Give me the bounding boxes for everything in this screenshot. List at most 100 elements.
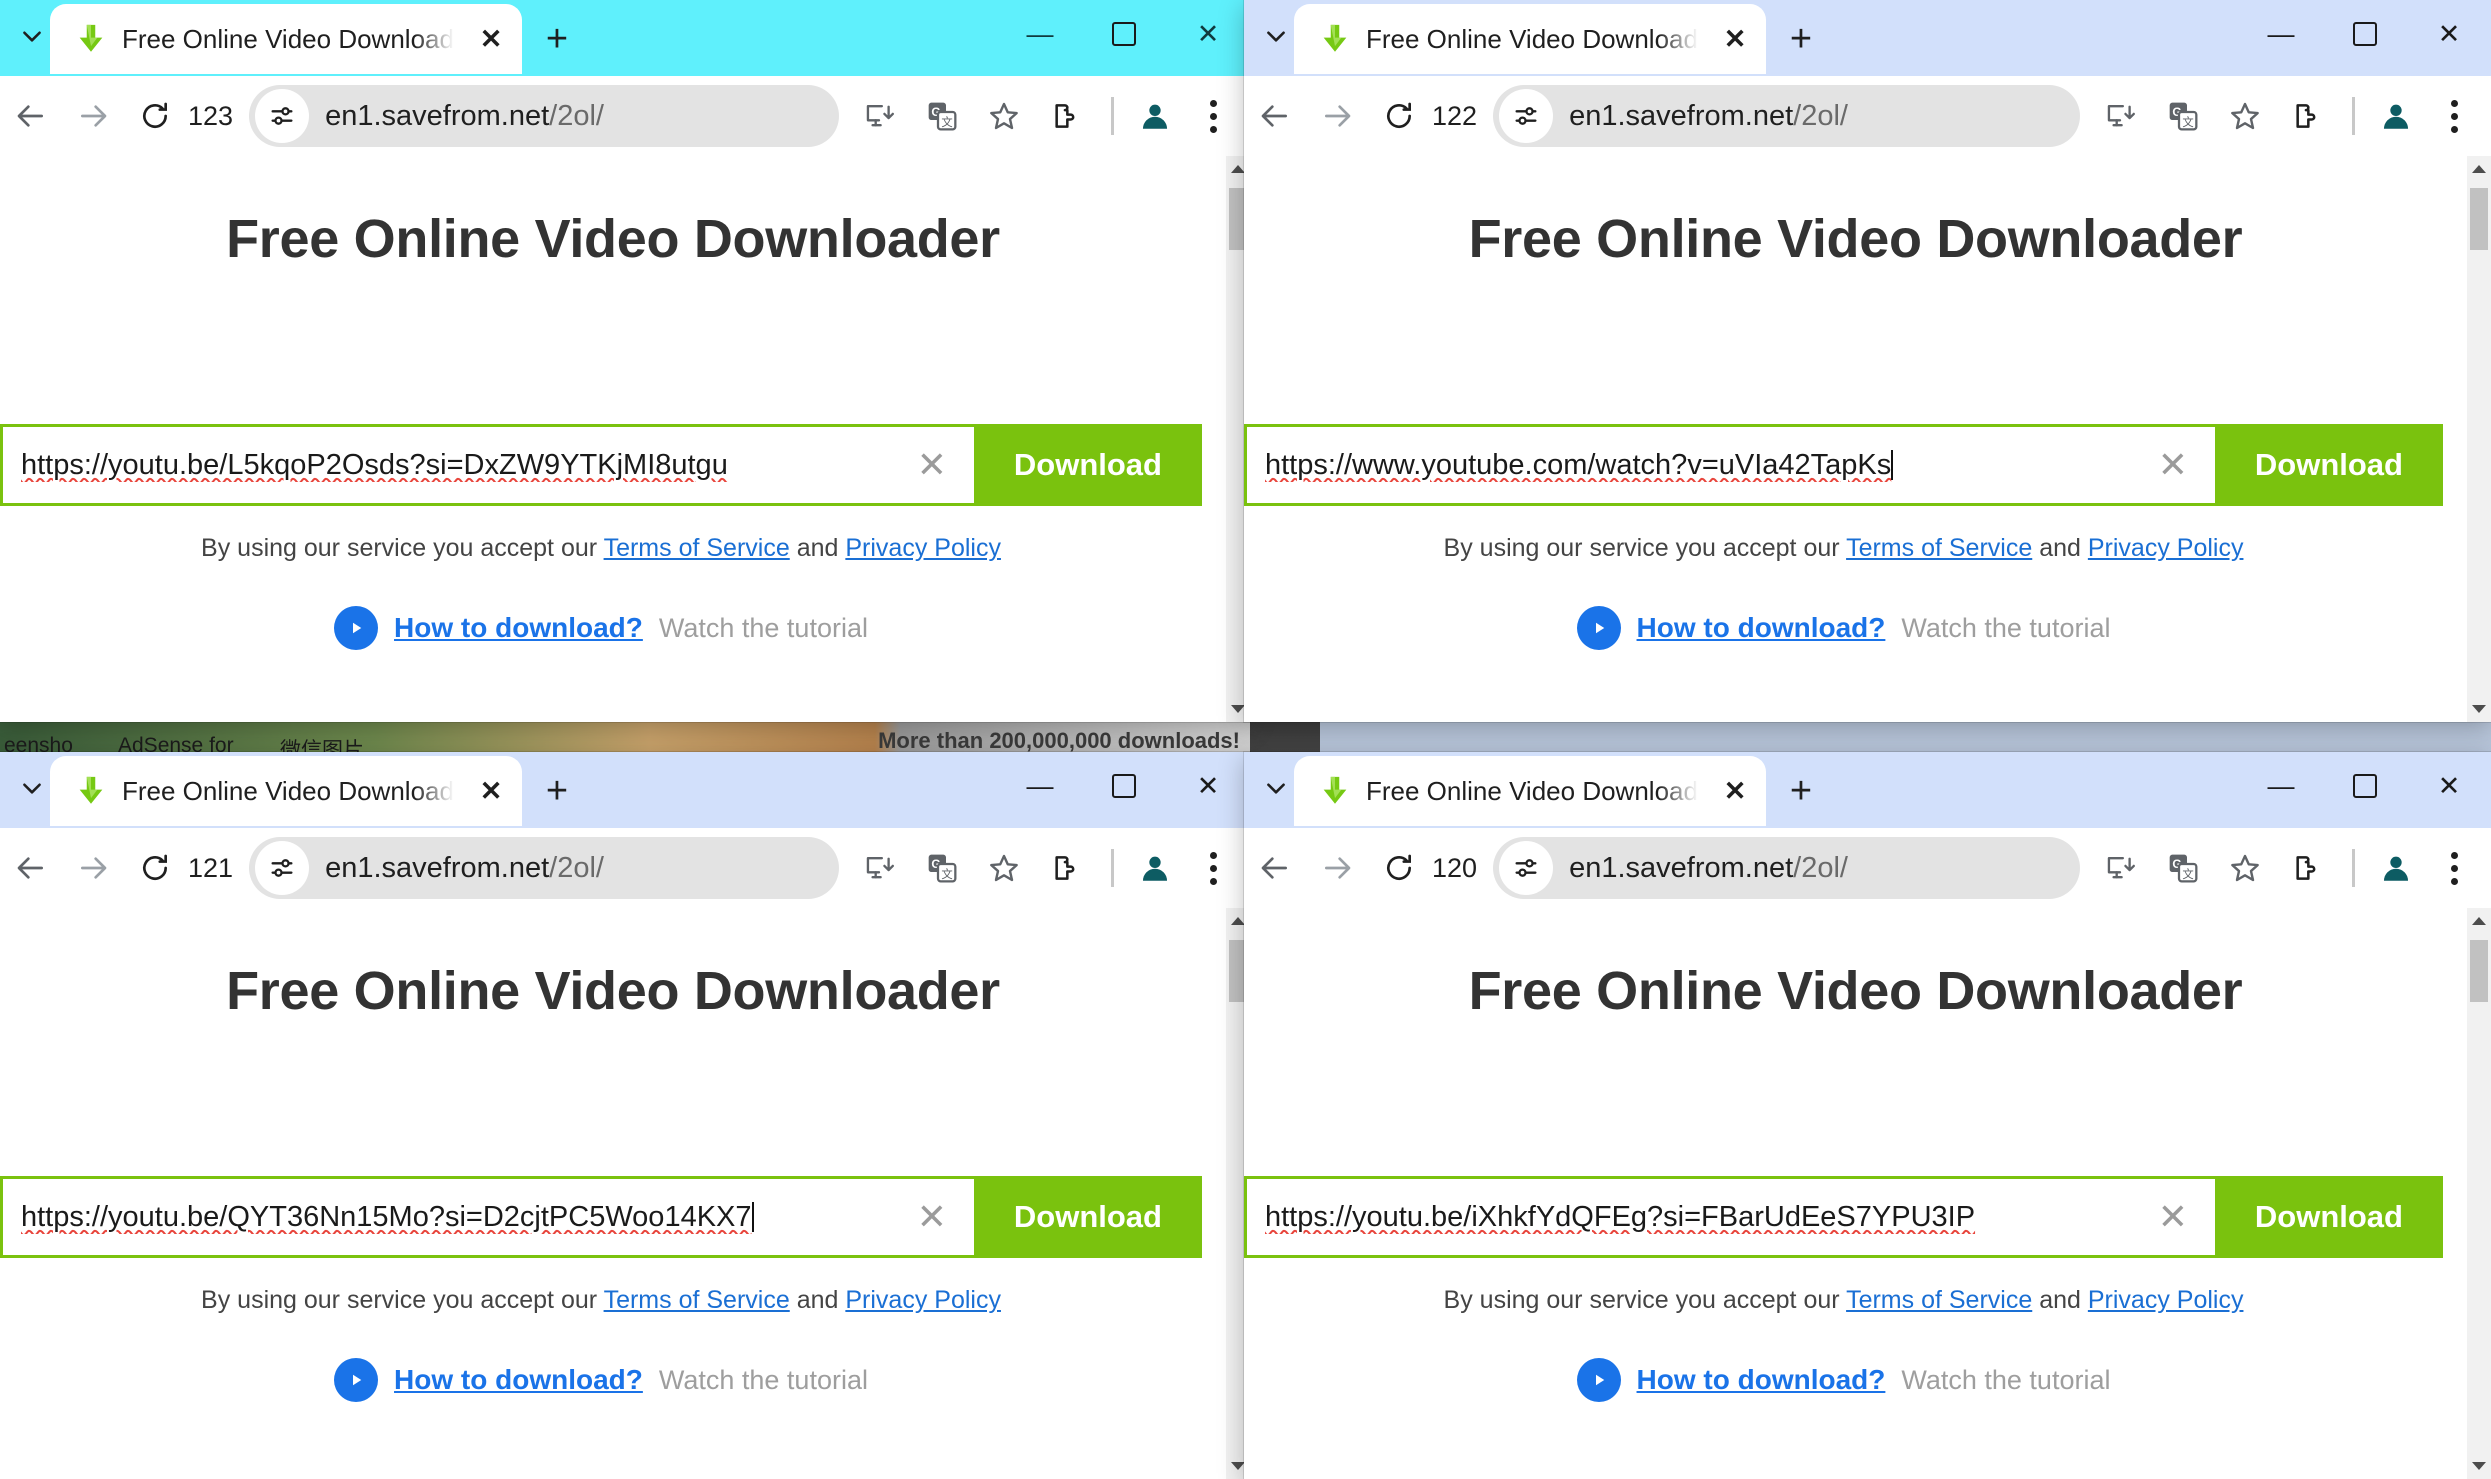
back-icon[interactable] xyxy=(0,837,62,899)
scrollbar-thumb[interactable] xyxy=(2470,188,2488,250)
play-icon[interactable] xyxy=(1576,1358,1621,1402)
extensions-puzzle-icon[interactable] xyxy=(2276,837,2338,899)
profile-avatar[interactable] xyxy=(2369,89,2423,143)
privacy-policy-link[interactable]: Privacy Policy xyxy=(2088,1286,2244,1314)
terms-of-service-link[interactable]: Terms of Service xyxy=(604,534,790,562)
privacy-policy-link[interactable]: Privacy Policy xyxy=(845,534,1001,562)
back-icon[interactable] xyxy=(0,85,62,147)
browser-tab[interactable]: Free Online Video Downloader ✕ xyxy=(1294,4,1766,74)
clear-input-icon[interactable]: ✕ xyxy=(900,1196,964,1238)
page-scrollbar[interactable] xyxy=(2467,908,2491,1479)
reload-icon[interactable] xyxy=(1368,837,1430,899)
scroll-down-arrow-icon[interactable] xyxy=(2467,696,2491,722)
close-window-button[interactable]: ✕ xyxy=(1166,0,1250,68)
video-url-input[interactable]: https://youtu.be/iXhkfYdQFEg?si=FBarUdEe… xyxy=(1244,1176,2215,1258)
browser-menu-icon[interactable] xyxy=(2423,837,2485,899)
back-icon[interactable] xyxy=(1244,837,1306,899)
new-tab-button[interactable]: + xyxy=(1774,764,1828,818)
new-tab-button[interactable]: + xyxy=(530,764,584,818)
close-tab-icon[interactable]: ✕ xyxy=(1712,768,1758,814)
clear-input-icon[interactable]: ✕ xyxy=(2141,1196,2205,1238)
reload-icon[interactable] xyxy=(1368,85,1430,147)
video-url-input[interactable]: https://youtu.be/L5kqoP2Osds?si=DxZW9YTK… xyxy=(0,424,974,506)
install-app-icon[interactable] xyxy=(2090,85,2152,147)
google-translate-icon[interactable]: G 文 xyxy=(2152,85,2214,147)
maximize-button[interactable] xyxy=(1082,752,1166,820)
scroll-up-arrow-icon[interactable] xyxy=(2467,156,2491,182)
new-tab-button[interactable]: + xyxy=(530,12,584,66)
browser-menu-icon[interactable] xyxy=(1182,85,1244,147)
reload-icon[interactable] xyxy=(124,837,186,899)
download-button[interactable]: Download xyxy=(973,424,1202,506)
maximize-button[interactable] xyxy=(2323,752,2407,820)
browser-tab[interactable]: Free Online Video Downloader ✕ xyxy=(50,756,522,826)
address-bar[interactable]: en1.savefrom.net/2ol/ xyxy=(249,85,839,147)
bookmark-star-icon[interactable] xyxy=(2214,85,2276,147)
close-tab-icon[interactable]: ✕ xyxy=(468,16,514,62)
close-window-button[interactable]: ✕ xyxy=(2407,752,2491,820)
download-button[interactable]: Download xyxy=(2214,1176,2443,1258)
terms-of-service-link[interactable]: Terms of Service xyxy=(1846,1286,2032,1314)
bookmark-star-icon[interactable] xyxy=(973,837,1035,899)
how-to-download-link[interactable]: How to download? xyxy=(1637,612,1886,644)
how-to-download-row[interactable]: How to download? Watch the tutorial xyxy=(0,606,1202,650)
extensions-puzzle-icon[interactable] xyxy=(1035,837,1097,899)
forward-icon[interactable] xyxy=(1306,837,1368,899)
minimize-button[interactable]: — xyxy=(998,752,1082,820)
scrollbar-thumb[interactable] xyxy=(2470,940,2488,1002)
new-tab-button[interactable]: + xyxy=(1774,12,1828,66)
clear-input-icon[interactable]: ✕ xyxy=(2141,444,2205,486)
google-translate-icon[interactable]: G 文 xyxy=(911,85,973,147)
forward-icon[interactable] xyxy=(62,837,124,899)
install-app-icon[interactable] xyxy=(849,85,911,147)
close-tab-icon[interactable]: ✕ xyxy=(468,768,514,814)
site-settings-tune-icon[interactable] xyxy=(1499,841,1554,895)
close-window-button[interactable]: ✕ xyxy=(1166,752,1250,820)
browser-window-4[interactable]: Free Online Video Downloader ✕ + — ✕ 120 xyxy=(1244,752,2491,1479)
maximize-button[interactable] xyxy=(1082,0,1166,68)
forward-icon[interactable] xyxy=(62,85,124,147)
maximize-button[interactable] xyxy=(2323,0,2407,68)
browser-window-3[interactable]: Free Online Video Downloader ✕ + — ✕ 121 xyxy=(0,752,1250,1479)
page-scrollbar[interactable] xyxy=(2467,156,2491,722)
install-app-icon[interactable] xyxy=(849,837,911,899)
profile-avatar[interactable] xyxy=(1128,89,1182,143)
minimize-button[interactable]: — xyxy=(2239,752,2323,820)
privacy-policy-link[interactable]: Privacy Policy xyxy=(2088,534,2244,562)
scroll-up-arrow-icon[interactable] xyxy=(2467,908,2491,934)
browser-menu-icon[interactable] xyxy=(1182,837,1244,899)
how-to-download-link[interactable]: How to download? xyxy=(394,612,643,644)
address-bar[interactable]: en1.savefrom.net/2ol/ xyxy=(249,837,839,899)
minimize-button[interactable]: — xyxy=(2239,0,2323,68)
how-to-download-row[interactable]: How to download? Watch the tutorial xyxy=(0,1358,1202,1402)
terms-of-service-link[interactable]: Terms of Service xyxy=(604,1286,790,1314)
google-translate-icon[interactable]: G 文 xyxy=(911,837,973,899)
download-button[interactable]: Download xyxy=(2214,424,2443,506)
site-settings-tune-icon[interactable] xyxy=(1499,89,1554,143)
how-to-download-link[interactable]: How to download? xyxy=(1637,1364,1886,1396)
how-to-download-link[interactable]: How to download? xyxy=(394,1364,643,1396)
privacy-policy-link[interactable]: Privacy Policy xyxy=(845,1286,1001,1314)
address-bar[interactable]: en1.savefrom.net/2ol/ xyxy=(1493,85,2080,147)
play-icon[interactable] xyxy=(334,1358,379,1402)
profile-avatar[interactable] xyxy=(1128,841,1182,895)
address-bar[interactable]: en1.savefrom.net/2ol/ xyxy=(1493,837,2080,899)
how-to-download-row[interactable]: How to download? Watch the tutorial xyxy=(1244,1358,2443,1402)
clear-input-icon[interactable]: ✕ xyxy=(900,444,964,486)
browser-tab[interactable]: Free Online Video Downloader ✕ xyxy=(50,4,522,74)
close-window-button[interactable]: ✕ xyxy=(2407,0,2491,68)
play-icon[interactable] xyxy=(1576,606,1621,650)
bookmark-star-icon[interactable] xyxy=(2214,837,2276,899)
extensions-puzzle-icon[interactable] xyxy=(2276,85,2338,147)
browser-tab[interactable]: Free Online Video Downloader ✕ xyxy=(1294,756,1766,826)
download-button[interactable]: Download xyxy=(973,1176,1202,1258)
video-url-input[interactable]: https://www.youtube.com/watch?v=uVIa42Ta… xyxy=(1244,424,2215,506)
terms-of-service-link[interactable]: Terms of Service xyxy=(1846,534,2032,562)
browser-window-1[interactable]: Free Online Video Downloader ✕ + — ✕ 123 xyxy=(0,0,1250,722)
site-settings-tune-icon[interactable] xyxy=(255,841,310,895)
browser-window-2[interactable]: Free Online Video Downloader ✕ + — ✕ 122 xyxy=(1244,0,2491,722)
how-to-download-row[interactable]: How to download? Watch the tutorial xyxy=(1244,606,2443,650)
bookmark-star-icon[interactable] xyxy=(973,85,1035,147)
google-translate-icon[interactable]: G 文 xyxy=(2152,837,2214,899)
video-url-input[interactable]: https://youtu.be/QYT36Nn15Mo?si=D2cjtPC5… xyxy=(0,1176,974,1258)
